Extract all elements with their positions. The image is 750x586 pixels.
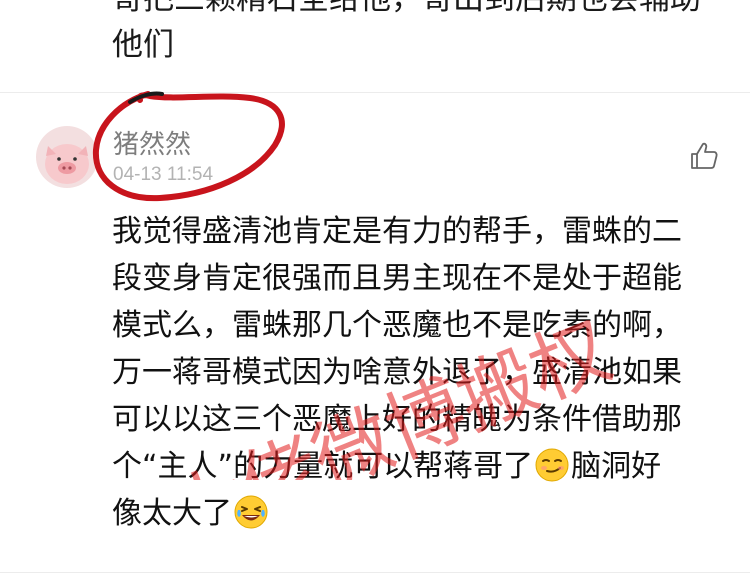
thumbs-up-icon	[691, 142, 718, 169]
comment-line-text: 个“主人”的力量就可以帮蒋哥了	[112, 449, 534, 484]
bottom-divider	[0, 572, 750, 573]
like-button[interactable]	[688, 140, 720, 172]
previous-comment-text: 哥把三颗精石全给他，哥出到后期也会辅助 他们	[112, 0, 732, 68]
comment-line: 万一蒋哥模式因为啥意外退了，盛清池如果	[112, 355, 682, 390]
laughing-tears-emoji-icon	[234, 495, 268, 529]
comment-body: 我觉得盛清池肯定是有力的帮手，雷蛛的二 段变身肯定很强而且男主现在不是处于超能 …	[112, 208, 732, 537]
comment-line: 段变身肯定很强而且男主现在不是处于超能	[112, 261, 682, 296]
comment-line-text: 像太大了	[112, 496, 232, 531]
comment-divider	[0, 92, 750, 93]
comment-timestamp: 04-13 11:54	[113, 164, 214, 185]
comment-line: 个“主人”的力量就可以帮蒋哥了 脑洞好	[112, 443, 732, 490]
smirk-emoji-icon	[535, 448, 569, 482]
previous-comment-line: 他们	[112, 27, 174, 63]
user-avatar[interactable]	[36, 126, 98, 188]
comment-line-text: 脑洞好	[571, 449, 662, 484]
comment-line: 像太大了	[112, 490, 732, 537]
pig-avatar-icon	[36, 126, 98, 188]
comment-line: 模式么，雷蛛那几个恶魔也不是吃素的啊，	[112, 308, 682, 343]
comment-line: 我觉得盛清池肯定是有力的帮手，雷蛛的二	[112, 214, 682, 249]
comment-line: 可以以这三个恶魔上好的精魄为条件借助那	[112, 402, 682, 437]
comment-username[interactable]: 猪然然	[113, 124, 191, 161]
previous-comment-line: 哥把三颗精石全给他，哥出到后期也会辅助	[112, 0, 732, 22]
